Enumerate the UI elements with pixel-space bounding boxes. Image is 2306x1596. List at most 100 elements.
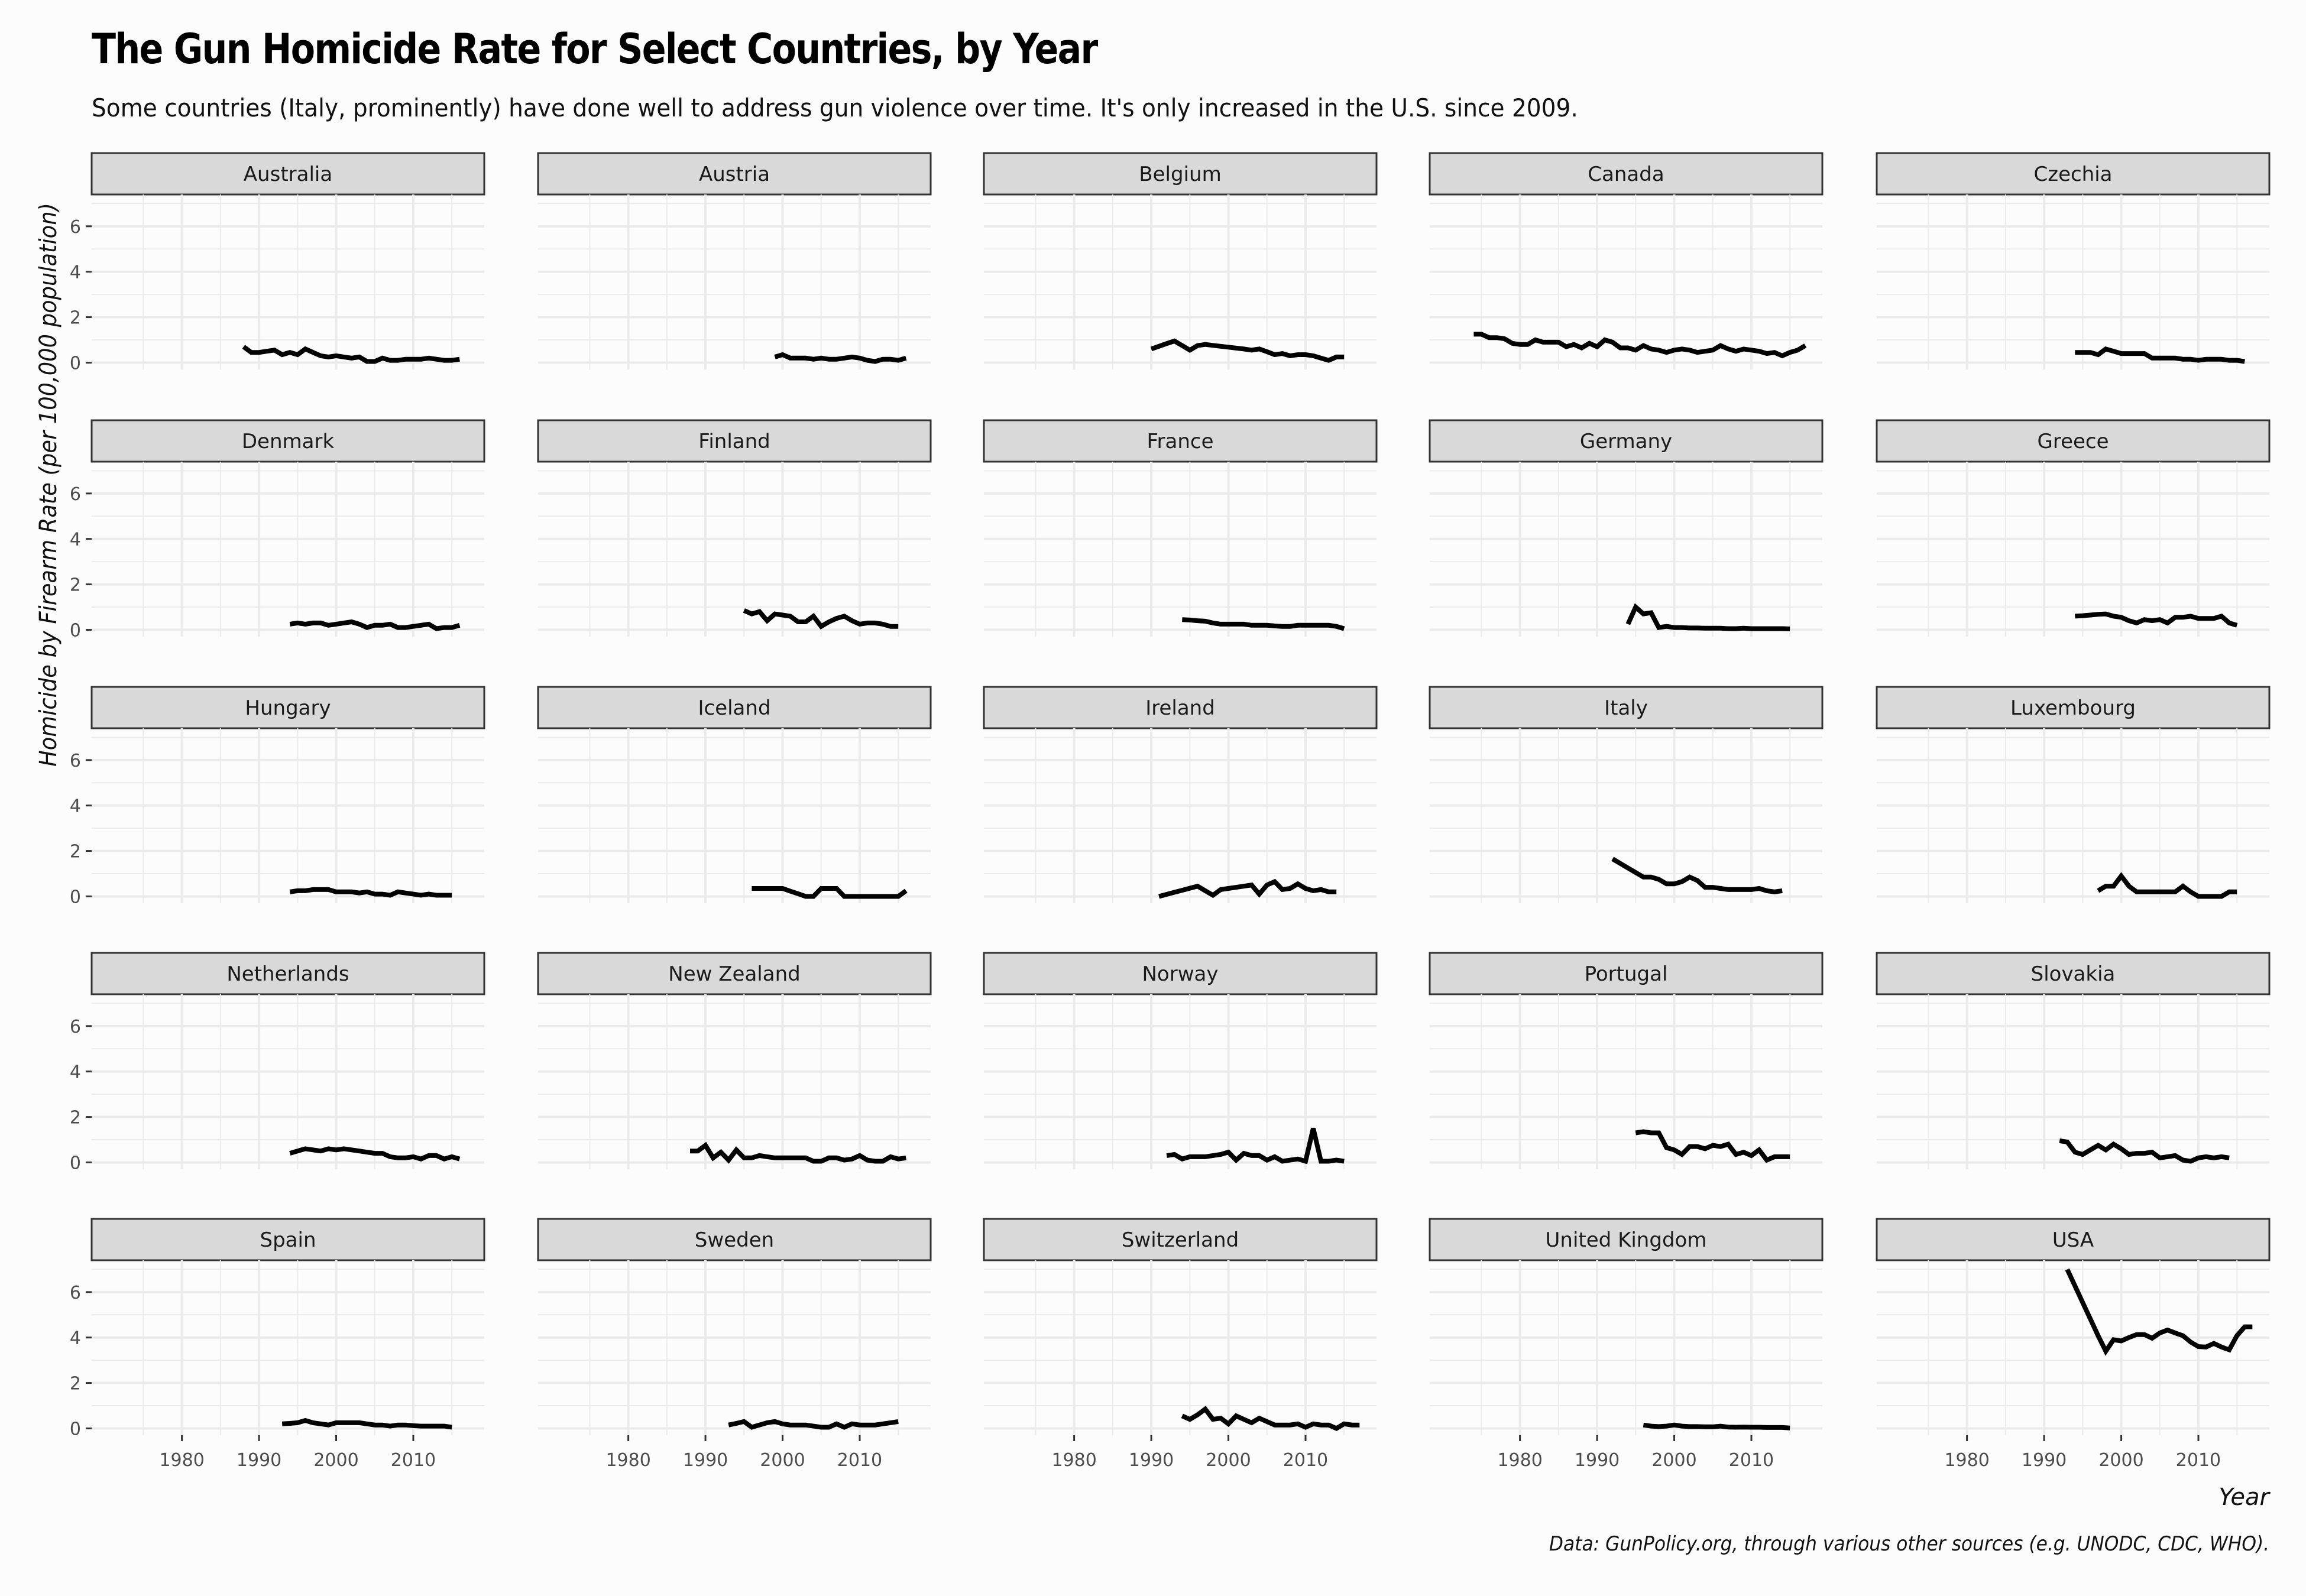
facet-panel: Slovakia [1876, 952, 2271, 1169]
facet-strip-label: Sweden [695, 1228, 774, 1252]
y-tick-label: 6 [70, 484, 81, 505]
y-tick-label: 0 [70, 1419, 81, 1439]
facet-strip-label: USA [2052, 1228, 2094, 1252]
facet-strip-label: Ireland [1145, 696, 1215, 720]
x-tick-label: 2010 [1283, 1450, 1328, 1471]
x-tick-label: 1980 [1051, 1450, 1096, 1471]
facet-strip-label: Greece [2037, 430, 2109, 453]
facet-strip-label: Denmark [242, 430, 335, 453]
series-line-slovakia [2059, 1138, 2230, 1164]
series-line-hungary [289, 887, 452, 898]
facet-chart: Australia 0 2 4 6 Austria Belgium Canada Czechia… [70, 152, 2271, 1471]
y-tick-label: 2 [70, 1108, 81, 1128]
facet-panel: Denmark 0 2 4 6 [70, 419, 485, 641]
facet-panel: Portugal [1429, 952, 1824, 1169]
facet-strip-label: Luxembourg [2010, 696, 2136, 720]
facet-strip-label: Hungary [245, 696, 331, 720]
series-line-luxembourg [2097, 872, 2237, 899]
x-tick-label: 1980 [159, 1450, 204, 1471]
series-line-italy [1611, 857, 1783, 894]
x-tick-label: 1990 [237, 1450, 281, 1471]
series-line-germany [1625, 603, 1790, 631]
facet-strip-label: Netherlands [226, 962, 349, 986]
y-tick-label: 0 [70, 1153, 81, 1173]
series-line-canada [1473, 332, 1807, 359]
facet-strip-label: Belgium [1139, 163, 1221, 186]
x-tick-label: 2000 [1651, 1450, 1696, 1471]
facet-panel: Finland [537, 419, 932, 637]
series-line-sweden [728, 1419, 899, 1430]
y-tick-label: 6 [70, 751, 81, 771]
y-tick-label: 4 [70, 530, 81, 550]
y-tick-label: 0 [70, 353, 81, 374]
facet-strip-label: Norway [1142, 962, 1219, 986]
facet-panel: Iceland [537, 686, 932, 903]
facet-panel: Australia 0 2 4 6 [70, 152, 485, 374]
facet-panel: New Zealand [537, 952, 932, 1169]
facet-panel: Austria [537, 152, 932, 369]
facet-panel: Canada [1429, 152, 1824, 369]
facet-panel: France [983, 419, 1378, 637]
series-line-greece [2075, 611, 2238, 628]
facet-strip-label: United Kingdom [1546, 1228, 1707, 1252]
facet-strip-label: Switzerland [1122, 1228, 1239, 1252]
facet-strip-label: Italy [1604, 696, 1648, 720]
series-line-norway [1166, 1127, 1345, 1164]
y-tick-label: 4 [70, 1328, 81, 1349]
x-tick-label: 2010 [391, 1450, 436, 1471]
x-tick-label: 2000 [313, 1450, 358, 1471]
series-line-france [1182, 617, 1345, 631]
series-line-austria [774, 352, 907, 364]
facet-strip-label: Iceland [698, 696, 770, 720]
chart-caption: Data: GunPolicy.org, through various oth… [1549, 1532, 2269, 1556]
x-tick-label: 1980 [605, 1450, 650, 1471]
facet-panel: Czechia [1876, 152, 2271, 369]
x-tick-label: 1980 [1944, 1450, 1989, 1471]
series-line-belgium [1150, 338, 1345, 363]
y-tick-label: 0 [70, 620, 81, 641]
facet-panel: Germany [1429, 419, 1824, 637]
facet-panel: Belgium [983, 152, 1378, 369]
x-tick-label: 2010 [1729, 1450, 1774, 1471]
x-tick-label: 1990 [1129, 1450, 1174, 1471]
facet-strip-label: Austria [699, 163, 770, 186]
y-tick-label: 6 [70, 1017, 81, 1037]
y-tick-label: 4 [70, 796, 81, 817]
facet-panel: Luxembourg [1876, 686, 2271, 903]
y-tick-label: 4 [70, 262, 81, 283]
series-line-ireland [1158, 878, 1337, 899]
x-tick-label: 2000 [760, 1450, 805, 1471]
y-tick-label: 2 [70, 575, 81, 596]
x-tick-label: 2010 [2176, 1450, 2221, 1471]
y-tick-label: 2 [70, 308, 81, 329]
facet-panel: Italy [1429, 686, 1824, 903]
facet-strip-label: Slovakia [2031, 962, 2116, 986]
facet-panel: Spain 0 2 4 6 1980 1990 2000 2010 [70, 1218, 485, 1471]
facet-panel: Norway [983, 952, 1378, 1169]
x-tick-label: 1990 [2022, 1450, 2067, 1471]
x-tick-label: 2000 [1206, 1450, 1251, 1471]
series-line-switzerland [1181, 1406, 1360, 1431]
series-line-spain [281, 1417, 452, 1430]
facet-panel: Hungary 0 2 4 6 [70, 686, 485, 907]
facet-panel: Greece [1876, 419, 2271, 637]
y-tick-label: 0 [70, 887, 81, 907]
facet-panel: United Kingdom 1980 1990 2000 2010 [1429, 1218, 1824, 1471]
facet-strip-label: Canada [1588, 163, 1664, 186]
y-tick-label: 6 [70, 217, 81, 238]
facet-strip-label: New Zealand [668, 962, 800, 986]
facet-strip-label: Portugal [1585, 962, 1668, 986]
x-tick-label: 1990 [683, 1450, 728, 1471]
x-tick-label: 1980 [1497, 1450, 1542, 1471]
series-line-new-zealand [690, 1141, 906, 1164]
y-tick-label: 6 [70, 1283, 81, 1303]
series-line-australia [242, 345, 460, 364]
facet-panel: Switzerland 1980 1990 2000 2010 [983, 1218, 1378, 1471]
facet-panel: Ireland [983, 686, 1378, 903]
x-tick-label: 2000 [2098, 1450, 2143, 1471]
series-line-united-kingdom [1643, 1422, 1790, 1430]
facet-strip-label: Spain [260, 1228, 316, 1252]
facet-panel: Sweden 1980 1990 2000 2010 [537, 1218, 932, 1471]
facet-strip-label: Germany [1580, 430, 1672, 453]
facet-strip-label: France [1146, 430, 1213, 453]
